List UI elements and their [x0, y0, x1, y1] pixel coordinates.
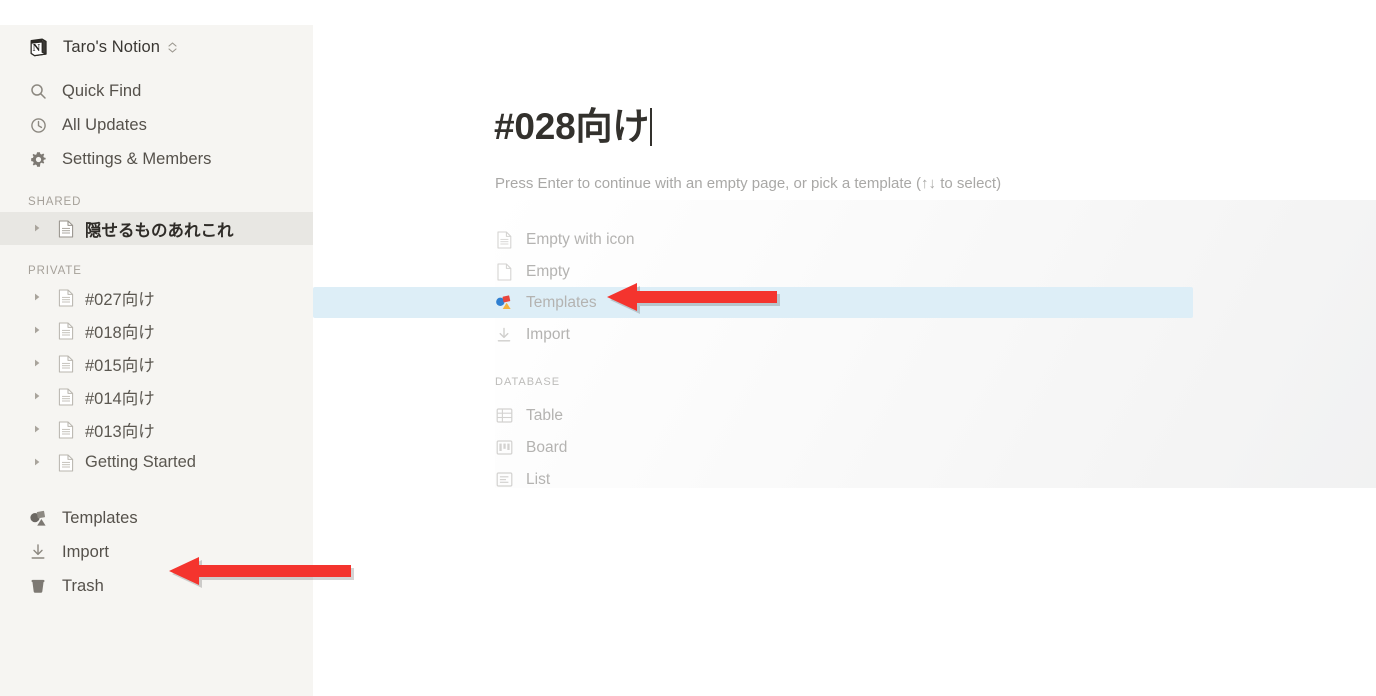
sidebar-page-label: #014向け — [85, 389, 155, 408]
workspace-switcher[interactable]: N Taro's Notion — [0, 32, 313, 62]
import-icon — [28, 543, 48, 561]
page-title[interactable]: #028向け — [494, 96, 653, 150]
sidebar-page-label: #015向け — [85, 356, 155, 375]
page-title-text: #028向け — [494, 106, 650, 147]
chevron-right-icon[interactable] — [32, 292, 44, 304]
option-label: Board — [526, 438, 568, 456]
option-label: Templates — [526, 293, 597, 311]
sidebar-page-row[interactable]: #014向け — [0, 380, 313, 413]
option-import[interactable]: Import — [313, 319, 1193, 350]
board-icon — [495, 439, 513, 456]
import-icon — [495, 326, 513, 344]
section-heading-private: PRIVATE — [28, 265, 82, 277]
svg-text:N: N — [33, 43, 41, 54]
sidebar-item-all-updates[interactable]: All Updates — [0, 108, 313, 142]
sidebar-item-label: Templates — [62, 508, 138, 527]
sidebar-page-label: Getting Started — [85, 453, 196, 471]
option-label: Empty with icon — [526, 230, 635, 248]
sidebar-page-label: #018向け — [85, 323, 155, 342]
sidebar-page-label: #013向け — [85, 422, 155, 441]
section-heading-database: DATABASE — [495, 376, 561, 388]
clock-icon — [28, 117, 48, 134]
option-table[interactable]: Table — [313, 400, 1193, 431]
notion-cube-icon: N — [28, 37, 49, 58]
chevron-right-icon[interactable] — [32, 325, 44, 337]
main-content: #028向け Press Enter to continue with an e… — [313, 0, 1376, 696]
chevron-right-icon[interactable] — [32, 391, 44, 403]
page-icon — [57, 219, 74, 238]
chevron-right-icon[interactable] — [32, 223, 44, 235]
page-blank-icon — [495, 262, 513, 281]
option-empty-with-icon[interactable]: Empty with icon — [313, 224, 1193, 255]
sidebar-page-row[interactable]: #027向け — [0, 281, 313, 314]
sidebar-item-label: Trash — [62, 576, 104, 595]
sidebar-item-label: Import — [62, 542, 110, 561]
templates-icon — [28, 509, 48, 528]
sidebar-item-templates[interactable]: Templates — [0, 501, 313, 535]
page-icon — [57, 321, 74, 340]
sidebar-private-list: #027向け #018向け #015向け #014向け #013向け Getting St… — [0, 281, 313, 479]
sidebar-item-label: All Updates — [62, 115, 147, 134]
chevron-right-icon[interactable] — [32, 457, 44, 469]
sidebar-item-import[interactable]: Import — [0, 535, 313, 569]
trash-icon — [28, 577, 48, 595]
sidebar-page-row[interactable]: 隠せるものあれこれ — [0, 212, 313, 245]
sidebar-page-row[interactable]: Getting Started — [0, 446, 313, 479]
chevron-right-icon[interactable] — [32, 424, 44, 436]
page-icon — [57, 453, 74, 472]
option-label: Empty — [526, 262, 570, 280]
page-icon — [57, 387, 74, 406]
sidebar-bottom-nav: Templates Import Trash — [0, 501, 313, 603]
sidebar-nav: Quick Find All Updates Settings & Member… — [0, 74, 313, 176]
template-hint-text: Press Enter to continue with an empty pa… — [495, 175, 1002, 192]
sidebar-item-trash[interactable]: Trash — [0, 569, 313, 603]
list-icon — [495, 471, 513, 488]
templates-icon — [495, 293, 513, 312]
chevron-right-icon[interactable] — [32, 358, 44, 370]
option-list[interactable]: List — [313, 464, 1193, 495]
sidebar-page-row[interactable]: #015向け — [0, 347, 313, 380]
option-empty[interactable]: Empty — [313, 256, 1193, 287]
option-label: Import — [526, 325, 570, 343]
section-heading-shared: SHARED — [28, 196, 82, 208]
search-icon — [28, 83, 48, 100]
sidebar-page-row[interactable]: #018向け — [0, 314, 313, 347]
sidebar-item-settings-members[interactable]: Settings & Members — [0, 142, 313, 176]
sidebar: N Taro's Notion Quick Find All Updates S… — [0, 25, 313, 696]
sidebar-page-label: #027向け — [85, 290, 155, 309]
sidebar-item-quick-find[interactable]: Quick Find — [0, 74, 313, 108]
page-lines-icon — [495, 230, 513, 249]
option-board[interactable]: Board — [313, 432, 1193, 463]
chevron-updown-icon[interactable] — [168, 41, 177, 53]
option-label: Table — [526, 406, 564, 424]
option-templates[interactable]: Templates — [313, 287, 1193, 318]
sidebar-page-row[interactable]: #013向け — [0, 413, 313, 446]
sidebar-item-label: Settings & Members — [62, 149, 212, 168]
table-icon — [495, 407, 513, 424]
workspace-name: Taro's Notion — [63, 37, 161, 56]
page-icon — [57, 420, 74, 439]
page-icon — [57, 354, 74, 373]
sidebar-page-label: 隠せるものあれこれ — [85, 221, 234, 240]
sidebar-item-label: Quick Find — [62, 81, 142, 100]
gear-icon — [28, 151, 48, 168]
text-caret — [650, 108, 653, 146]
option-label: List — [526, 470, 551, 488]
page-icon — [57, 288, 74, 307]
